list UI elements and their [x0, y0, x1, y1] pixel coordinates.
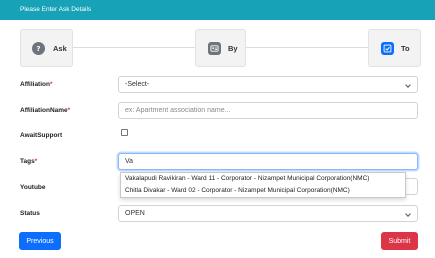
affiliation-select[interactable]: -Select- — [118, 76, 418, 93]
required-mark: * — [67, 107, 71, 114]
svg-text:?: ? — [36, 44, 40, 53]
required-mark: * — [34, 158, 38, 165]
affiliation-label-text: Affiliation — [20, 81, 50, 88]
tags-label-text: Tags — [20, 158, 35, 165]
tags-label: Tags* — [20, 158, 37, 165]
affiliation-name-placeholder: ex: Apartment association name... — [125, 107, 231, 114]
submit-button[interactable]: Submit — [381, 232, 418, 250]
affiliation-name-label: AffiliationName* — [20, 107, 70, 114]
question-circle-icon: ? — [32, 42, 45, 55]
affiliation-name-label-text: AffiliationName — [20, 107, 68, 114]
form-title: Please Enter Ask Details — [20, 6, 92, 13]
status-select[interactable]: OPEN — [118, 205, 418, 222]
tags-suggestion-item[interactable]: Chitla Divakar - Ward 02 - Corporator - … — [121, 185, 405, 197]
affiliation-name-input[interactable]: ex: Apartment association name... — [118, 102, 418, 119]
affiliation-select-value: -Select- — [125, 81, 150, 88]
wizard-step-ask-label: Ask — [53, 44, 67, 53]
chevron-down-icon — [405, 211, 411, 217]
id-card-icon — [208, 42, 221, 55]
status-label: Status — [20, 210, 40, 217]
wizard-step-by[interactable]: By — [195, 29, 246, 67]
await-support-checkbox[interactable] — [121, 129, 128, 136]
affiliation-label: Affiliation* — [20, 81, 53, 88]
tags-suggestion-item[interactable]: Vakalapudi Ravikiran - Ward 11 - Corpora… — [121, 173, 405, 185]
wizard-step-by-label: By — [228, 44, 238, 53]
tags-input-value: Va — [125, 158, 134, 165]
tags-input[interactable]: Va — [118, 153, 418, 170]
status-select-value: OPEN — [125, 210, 145, 217]
chevron-down-icon — [405, 82, 411, 88]
required-mark: * — [49, 81, 53, 88]
tags-suggestion-list: Vakalapudi Ravikiran - Ward 11 - Corpora… — [120, 172, 406, 198]
await-support-label: AwaitSupport — [20, 132, 63, 139]
form-header: Please Enter Ask Details — [0, 0, 435, 20]
youtube-input[interactable] — [405, 178, 418, 195]
wizard-step-to-label: To — [401, 44, 410, 53]
wizard-step-to[interactable]: To — [368, 29, 421, 67]
youtube-label: Youtube — [20, 184, 46, 191]
checkbox-icon — [381, 42, 394, 55]
previous-button[interactable]: Previous — [19, 232, 61, 250]
wizard-step-ask[interactable]: ? Ask — [20, 29, 73, 67]
